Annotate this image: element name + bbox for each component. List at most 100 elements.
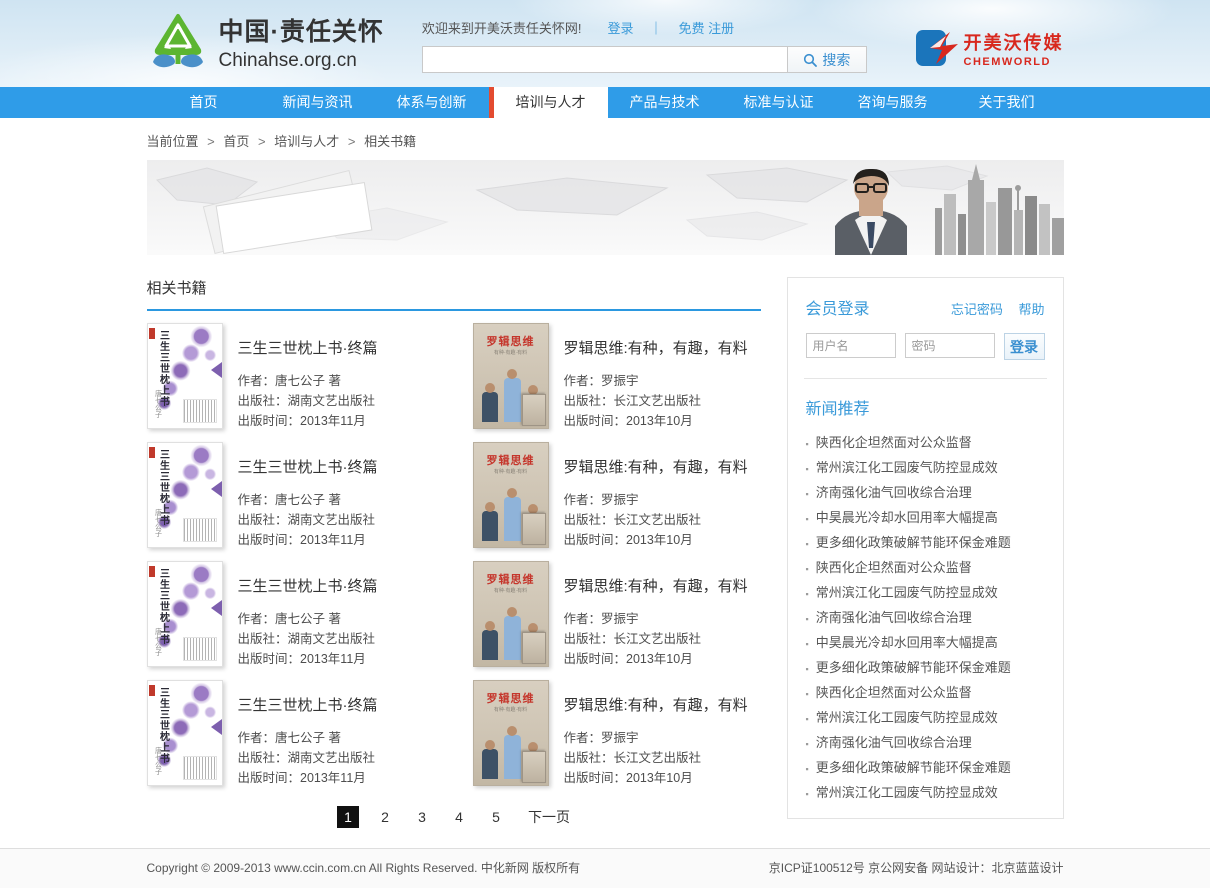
book-title[interactable]: 罗辑思维:有种，有趣，有料	[564, 337, 748, 358]
page-4[interactable]: 4	[448, 806, 470, 828]
news-item[interactable]: 更多细化政策破解节能环保金难题	[806, 756, 1045, 781]
news-item[interactable]: 中昊晨光冷却水回用率大幅提高	[806, 506, 1045, 531]
cover-mini-box	[522, 513, 546, 545]
book-publisher: 出版社：长江文艺出版社	[564, 391, 748, 411]
nav-item-news[interactable]: 新闻与资讯	[261, 87, 375, 118]
news-item[interactable]: 陕西化企坦然面对公众监督	[806, 681, 1045, 706]
footer-icp-info: 京ICP证100512号 京公网安备 网站设计：北京蓝蓝设计	[769, 859, 1064, 876]
breadcrumb-separator: >	[348, 134, 356, 149]
breadcrumb-books[interactable]: 相关书籍	[364, 134, 416, 149]
nav-item-standards[interactable]: 标准与认证	[722, 87, 836, 118]
link-separator: ｜	[649, 18, 662, 37]
book-author: 作者：唐七公子 著	[238, 728, 378, 748]
book-author: 作者：罗振宇	[564, 609, 748, 629]
forgot-password-link[interactable]: 忘记密码	[951, 302, 1003, 317]
cover-barcode	[183, 399, 217, 423]
nav-item-system[interactable]: 体系与创新	[375, 87, 489, 118]
cover-subtitle: 有种·有趣·有料	[474, 706, 548, 713]
cover-subtitle: 有种·有趣·有料	[474, 468, 548, 475]
news-item[interactable]: 济南强化油气回收综合治理	[806, 606, 1045, 631]
news-item[interactable]: 常州滨江化工园废气防控显成效	[806, 781, 1045, 806]
news-item[interactable]: 常州滨江化工园废气防控显成效	[806, 456, 1045, 481]
site-logo[interactable]: 中国·责任关怀 Chinahse.org.cn	[147, 12, 384, 72]
book-cover-image[interactable]: 罗辑思维 有种·有趣·有料	[473, 323, 549, 429]
cover-title: 罗辑思维	[474, 333, 548, 349]
cover-barcode	[183, 756, 217, 780]
news-item[interactable]: 济南强化油气回收综合治理	[806, 481, 1045, 506]
book-list-item: 三生三世枕上书 唐七公子 三生三世枕上书·终篇 作者：唐七公子 著 出版社：湖南…	[147, 561, 459, 669]
book-author: 作者：唐七公子 著	[238, 609, 378, 629]
news-item[interactable]: 更多细化政策破解节能环保金难题	[806, 656, 1045, 681]
news-list: 陕西化企坦然面对公众监督 常州滨江化工园废气防控显成效 济南强化油气回收综合治理…	[806, 431, 1045, 806]
cover-mini-box	[522, 394, 546, 426]
book-publisher: 出版社：湖南文艺出版社	[238, 629, 378, 649]
book-title[interactable]: 罗辑思维:有种，有趣，有料	[564, 694, 748, 715]
site-header: 中国·责任关怀 Chinahse.org.cn 欢迎来到开美沃责任关怀网! 登录…	[0, 0, 1210, 87]
book-title[interactable]: 三生三世枕上书·终篇	[238, 337, 378, 358]
book-title[interactable]: 罗辑思维:有种，有趣，有料	[564, 456, 748, 477]
search-button[interactable]: 搜索	[788, 46, 867, 73]
cover-author: 唐七公子	[153, 509, 163, 543]
search-input[interactable]	[422, 46, 788, 73]
book-cover-image[interactable]: 三生三世枕上书 唐七公子	[147, 323, 223, 429]
news-item[interactable]: 更多细化政策破解节能环保金难题	[806, 531, 1045, 556]
book-title[interactable]: 三生三世枕上书·终篇	[238, 456, 378, 477]
news-item[interactable]: 常州滨江化工园废气防控显成效	[806, 581, 1045, 606]
page-3[interactable]: 3	[411, 806, 433, 828]
book-cover-image[interactable]: 罗辑思维 有种·有趣·有料	[473, 442, 549, 548]
news-item[interactable]: 常州滨江化工园废气防控显成效	[806, 706, 1045, 731]
book-cover-image[interactable]: 三生三世枕上书 唐七公子	[147, 442, 223, 548]
nav-item-home[interactable]: 首页	[147, 87, 261, 118]
book-author: 作者：唐七公子 著	[238, 371, 378, 391]
help-link[interactable]: 帮助	[1018, 302, 1044, 317]
news-item[interactable]: 陕西化企坦然面对公众监督	[806, 431, 1045, 456]
news-item[interactable]: 陕西化企坦然面对公众监督	[806, 556, 1045, 581]
search-button-label: 搜索	[822, 50, 850, 70]
book-date: 出版时间：2013年10月	[564, 768, 748, 788]
chemworld-logo: 开美沃传媒 CHEMWORLD	[916, 12, 1064, 68]
book-title[interactable]: 罗辑思维:有种，有趣，有料	[564, 575, 748, 596]
book-title[interactable]: 三生三世枕上书·终篇	[238, 694, 378, 715]
book-list-item: 罗辑思维 有种·有趣·有料 罗辑思维:有种，有趣，有料 作者：罗振宇 出版社：长…	[473, 561, 761, 669]
cover-triangle	[211, 481, 222, 497]
book-publisher: 出版社：湖南文艺出版社	[238, 510, 378, 530]
news-item[interactable]: 济南强化油气回收综合治理	[806, 731, 1045, 756]
news-item[interactable]: 中昊晨光冷却水回用率大幅提高	[806, 631, 1045, 656]
breadcrumb-home[interactable]: 首页	[223, 134, 249, 149]
news-recommend-title: 新闻推荐	[806, 395, 1045, 419]
cover-mini-box	[522, 751, 546, 783]
book-cover-image[interactable]: 罗辑思维 有种·有趣·有料	[473, 680, 549, 786]
nav-item-about[interactable]: 关于我们	[950, 87, 1064, 118]
nav-item-consulting[interactable]: 咨询与服务	[836, 87, 950, 118]
book-cover-image[interactable]: 三生三世枕上书 唐七公子	[147, 680, 223, 786]
breadcrumb-training[interactable]: 培训与人才	[274, 134, 339, 149]
cover-title: 罗辑思维	[474, 452, 548, 468]
cover-triangle	[211, 600, 222, 616]
nav-item-products[interactable]: 产品与技术	[608, 87, 722, 118]
book-title[interactable]: 三生三世枕上书·终篇	[238, 575, 378, 596]
book-list-item: 罗辑思维 有种·有趣·有料 罗辑思维:有种，有趣，有料 作者：罗振宇 出版社：长…	[473, 442, 761, 550]
book-publisher: 出版社：湖南文艺出版社	[238, 748, 378, 768]
register-link[interactable]: 免费 注册	[678, 18, 734, 37]
book-cover-image[interactable]: 罗辑思维 有种·有趣·有料	[473, 561, 549, 667]
username-field[interactable]	[806, 333, 896, 358]
nav-item-training-active[interactable]: 培训与人才	[489, 87, 608, 118]
login-button[interactable]: 登录	[1004, 333, 1045, 360]
next-page-link[interactable]: 下一页	[528, 807, 570, 827]
page-5[interactable]: 5	[485, 806, 507, 828]
sidebar-divider	[804, 378, 1047, 379]
login-link[interactable]: 登录	[607, 18, 633, 37]
book-date: 出版时间：2013年11月	[238, 530, 378, 550]
breadcrumb-separator: >	[258, 134, 266, 149]
page-2[interactable]: 2	[374, 806, 396, 828]
hands-tree-logo-icon	[147, 12, 209, 72]
cover-author: 唐七公子	[153, 628, 163, 662]
cover-author: 唐七公子	[153, 390, 163, 424]
breadcrumb: 当前位置 > 首页 > 培训与人才 > 相关书籍	[147, 118, 1064, 160]
book-date: 出版时间：2013年10月	[564, 411, 748, 431]
password-field[interactable]	[905, 333, 995, 358]
book-list-item: 罗辑思维 有种·有趣·有料 罗辑思维:有种，有趣，有料 作者：罗振宇 出版社：长…	[473, 323, 761, 431]
page-1-active[interactable]: 1	[337, 806, 359, 828]
welcome-text: 欢迎来到开美沃责任关怀网!	[422, 18, 582, 37]
book-cover-image[interactable]: 三生三世枕上书 唐七公子	[147, 561, 223, 667]
